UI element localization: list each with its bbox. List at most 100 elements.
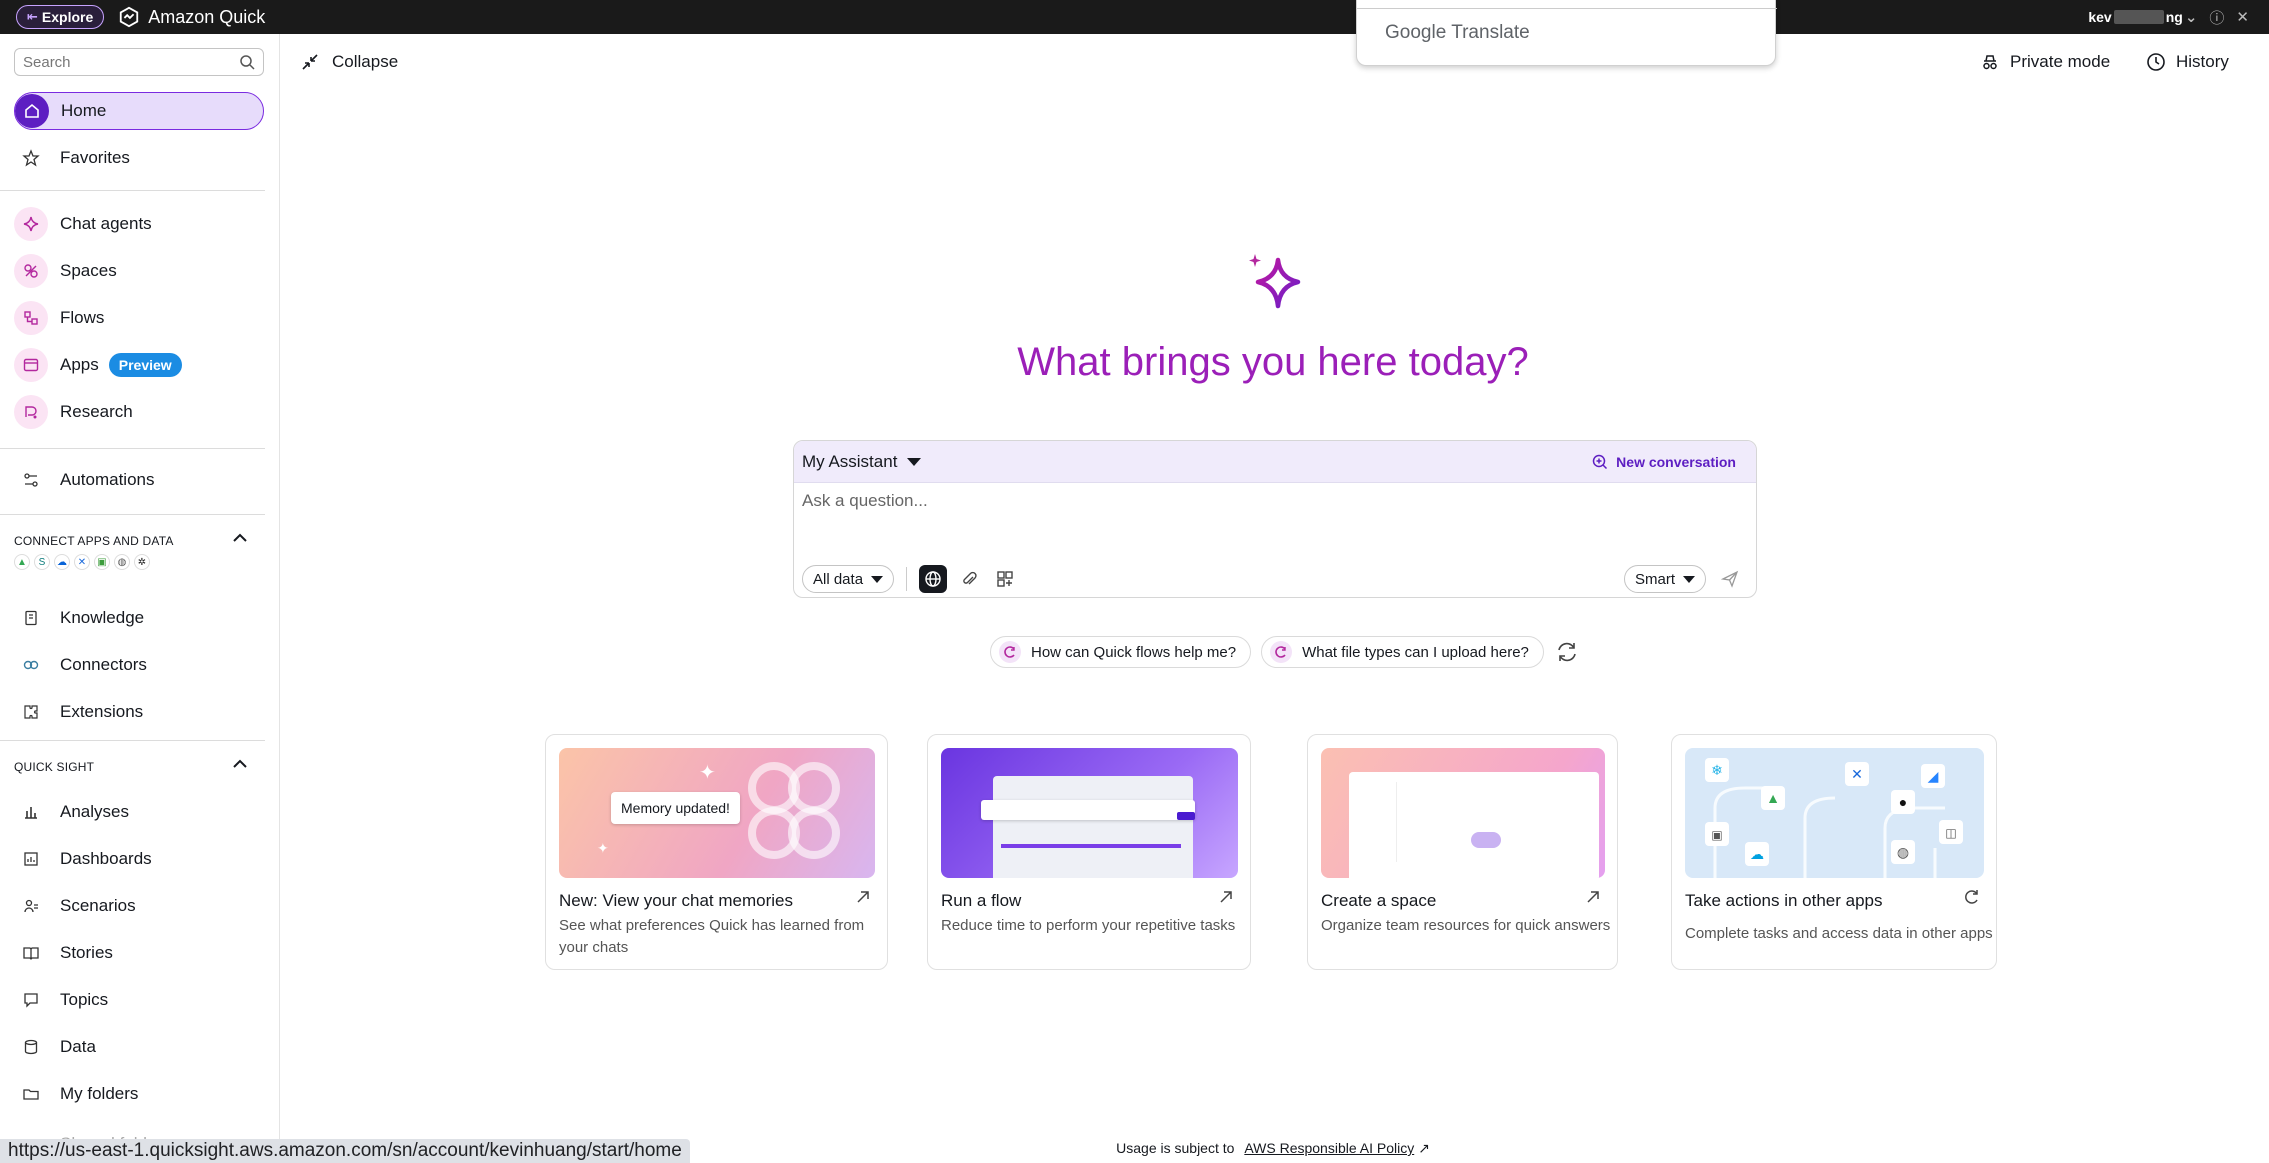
private-mode-label: Private mode	[2010, 52, 2111, 71]
external-arrow-icon	[1587, 891, 1599, 903]
chevron-up-icon[interactable]	[230, 754, 250, 774]
sidebar-item-automations[interactable]: Automations	[14, 462, 264, 498]
explore-label: Explore	[41, 9, 94, 25]
send-button[interactable]	[1716, 565, 1744, 593]
history-button[interactable]: History	[2146, 52, 2229, 72]
assistant-name: My Assistant	[802, 451, 898, 471]
flow-preview-window	[993, 776, 1193, 878]
home-icon	[15, 94, 49, 128]
search-input[interactable]	[23, 53, 239, 71]
sparkle-icon: ✦	[699, 762, 716, 784]
suggestion-chip[interactable]: How can Quick flows help me?	[990, 636, 1252, 668]
space-preview-cluster	[1471, 832, 1501, 848]
search-icon	[240, 55, 255, 70]
user-name-redacted	[2113, 10, 2164, 24]
openai-icon: ✲	[134, 554, 150, 570]
question-input[interactable]	[802, 491, 1702, 511]
responsible-ai-policy-link[interactable]: AWS Responsible AI Policy	[1244, 1140, 1414, 1156]
help-icon[interactable]: ⓘ	[2209, 7, 2224, 28]
sidebar-item-flows[interactable]: Flows	[14, 300, 264, 336]
sidebar-item-topics[interactable]: Topics	[14, 982, 264, 1018]
top-bar: ⇤ Explore Amazon Quick kev ng ⌄ ⓘ ✕	[0, 0, 2269, 34]
mode-dropdown[interactable]: Smart	[1623, 565, 1706, 593]
sidebar-item-my-folders[interactable]: My folders	[14, 1076, 264, 1112]
integrations-button[interactable]	[991, 565, 1019, 593]
brand[interactable]: Amazon Quick	[118, 6, 265, 28]
card-take-actions[interactable]: ❄ ▲ ✕ ● ◢ ▣ ☁ ◍ ◫ Take actions in other …	[1671, 734, 1997, 970]
sidebar-item-label: Data	[60, 1037, 96, 1056]
attach-button[interactable]	[955, 565, 983, 593]
card-thumbnail	[1321, 748, 1605, 878]
dashboard-icon	[14, 842, 48, 876]
sidebar-item-knowledge[interactable]: Knowledge	[14, 600, 264, 636]
sidebar-item-spaces[interactable]: Spaces	[14, 253, 264, 289]
assistant-selector[interactable]: My Assistant	[802, 451, 922, 472]
external-arrow-icon	[857, 891, 869, 903]
card-title: Take actions in other apps	[1685, 891, 1883, 910]
collapse-button[interactable]: Collapse	[300, 52, 398, 72]
chevron-up-icon[interactable]	[230, 528, 250, 548]
sidebar: Home Favorites Chat agents Spaces Flows …	[0, 34, 280, 1163]
google-translate-popup: Google Translate	[1356, 0, 1777, 66]
sidebar-item-extensions[interactable]: Extensions	[14, 694, 264, 730]
card-run-flow[interactable]: Run a flow Reduce time to perform your r…	[927, 734, 1251, 970]
sidebar-item-chat-agents[interactable]: Chat agents	[14, 206, 264, 242]
refresh-icon[interactable]	[1554, 639, 1580, 665]
suggestion-chip[interactable]: What file types can I upload here?	[1261, 636, 1544, 668]
connectors-icon	[14, 648, 48, 682]
sidebar-item-research[interactable]: Research	[14, 394, 264, 430]
toolbar-divider	[906, 567, 908, 591]
card-desc-line: See what preferences Quick has learned f…	[559, 917, 865, 934]
suggestion-row: How can Quick flows help me? What file t…	[990, 636, 1580, 668]
search-box[interactable]	[14, 48, 264, 76]
sparkle-icon	[14, 207, 48, 241]
data-scope-dropdown[interactable]: All data	[802, 565, 895, 593]
new-conversation-button[interactable]: New conversation	[1592, 454, 1736, 470]
sidebar-item-dashboards[interactable]: Dashboards	[14, 841, 264, 877]
new-chat-icon	[1592, 454, 1608, 469]
svg-text:◍: ◍	[1897, 844, 1909, 860]
sidebar-item-stories[interactable]: Stories	[14, 935, 264, 971]
history-label: History	[2176, 52, 2229, 71]
refresh-icon	[1965, 890, 1978, 904]
caret-down-icon	[907, 457, 922, 466]
globe-icon	[925, 571, 941, 587]
sidebar-item-connectors[interactable]: Connectors	[14, 647, 264, 683]
exit-arrow-icon: ⇤	[27, 9, 38, 24]
collapse-label: Collapse	[332, 52, 399, 71]
sidebar-item-scenarios[interactable]: Scenarios	[14, 888, 264, 924]
svg-text:◢: ◢	[1928, 768, 1939, 784]
close-icon[interactable]: ✕	[2236, 8, 2249, 26]
send-icon	[1721, 570, 1739, 588]
sharepoint-icon: S	[34, 554, 50, 570]
suggestion-icon	[1270, 641, 1293, 663]
card-chat-memories[interactable]: Memory updated! ✦ ✦ New: View your chat …	[545, 734, 888, 970]
sidebar-item-label: Spaces	[60, 261, 117, 280]
footer: Usage is subject to AWS Responsible AI P…	[0, 1140, 2269, 1157]
caret-down-icon	[871, 575, 884, 583]
card-create-space[interactable]: Create a space Organize team resources f…	[1307, 734, 1618, 970]
flow-preview-button	[1177, 812, 1195, 820]
sidebar-divider	[0, 190, 265, 191]
memory-flower-icon	[748, 762, 840, 859]
chat-header: My Assistant New conversation	[794, 441, 1756, 483]
topics-icon	[14, 983, 48, 1017]
sidebar-item-data[interactable]: Data	[14, 1029, 264, 1065]
svg-text:▲: ▲	[1766, 790, 1780, 806]
card-title: New: View your chat memories	[559, 891, 793, 910]
sidebar-item-analyses[interactable]: Analyses	[14, 794, 264, 830]
suggestion-text: What file types can I upload here?	[1302, 643, 1529, 661]
svg-text:◫: ◫	[1945, 826, 1956, 840]
sidebar-item-home[interactable]: Home	[14, 92, 264, 130]
sidebar-divider	[0, 740, 265, 741]
card-description: Organize team resources for quick answer…	[1321, 917, 1611, 934]
card-title: Create a space	[1321, 891, 1437, 910]
sidebar-item-label: Connectors	[60, 655, 147, 674]
private-mode-button[interactable]: Private mode	[1980, 52, 2110, 72]
web-search-toggle[interactable]	[919, 565, 948, 593]
explore-button[interactable]: ⇤ Explore	[16, 5, 105, 29]
sidebar-item-favorites[interactable]: Favorites	[14, 140, 264, 176]
brand-name: Amazon Quick	[148, 6, 266, 27]
card-description: Reduce time to perform your repetitive t…	[941, 917, 1236, 934]
user-menu[interactable]: kev ng ⌄	[2088, 8, 2197, 26]
